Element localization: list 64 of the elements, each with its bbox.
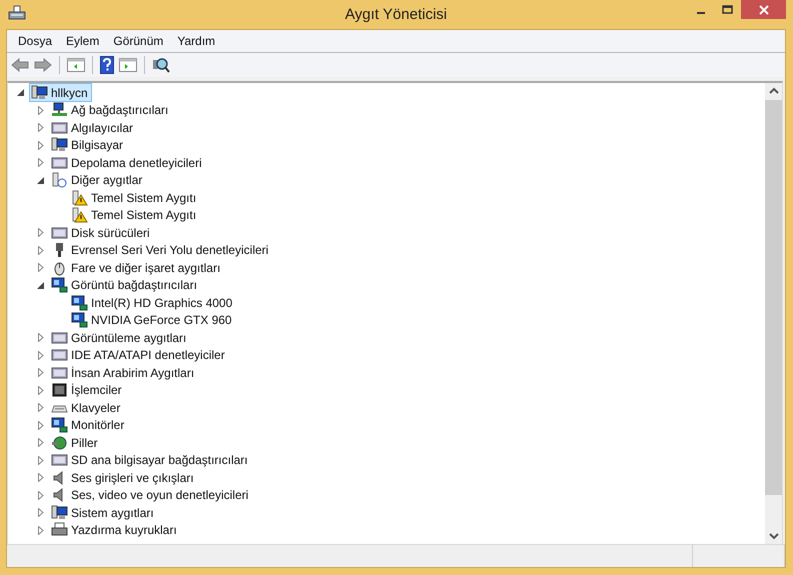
- expand-triangle-icon[interactable]: [37, 403, 45, 412]
- tree-item[interactable]: Fare ve diğer işaret aygıtları: [71, 260, 220, 275]
- menu-item[interactable]: Görünüm: [106, 34, 170, 48]
- tree-item[interactable]: Temel Sistem Aygıtı: [91, 208, 196, 222]
- collapse-triangle-icon[interactable]: [37, 176, 45, 185]
- expand-triangle-icon[interactable]: [37, 106, 45, 115]
- tree-item[interactable]: Klavyeler: [71, 400, 120, 415]
- expand-triangle-icon[interactable]: [37, 490, 45, 500]
- collapse-triangle-icon[interactable]: [17, 88, 25, 98]
- panel-icon[interactable]: [67, 57, 85, 73]
- expand-triangle-icon[interactable]: [37, 526, 45, 535]
- tree-item[interactable]: Depolama denetleyicileri: [71, 156, 202, 170]
- forward-arrow-icon[interactable]: [34, 58, 52, 72]
- expand-triangle-icon[interactable]: [37, 140, 45, 150]
- tree-item[interactable]: Bilgisayar: [71, 138, 124, 152]
- expand-triangle-icon[interactable]: [37, 456, 45, 465]
- expand-triangle-icon[interactable]: [37, 473, 45, 482]
- menu-item[interactable]: Eylem: [59, 34, 106, 48]
- tree-item[interactable]: Ağ bağdaştırıcıları: [71, 103, 168, 118]
- expand-triangle-icon[interactable]: [37, 263, 45, 272]
- minimize-icon: [696, 12, 704, 14]
- tree-item[interactable]: Algılayıcılar: [71, 120, 134, 135]
- collapse-triangle-icon[interactable]: [37, 280, 45, 290]
- tree-item[interactable]: Diğer aygıtlar: [71, 173, 142, 188]
- tree-item[interactable]: İşlemciler: [71, 383, 122, 398]
- tree-item[interactable]: Görüntü bağdaştırıcıları: [71, 278, 198, 292]
- expand-triangle-icon[interactable]: [37, 333, 45, 342]
- close-icon: [758, 4, 768, 14]
- tree-item[interactable]: Evrensel Seri Veri Yolu denetleyicileri: [71, 243, 268, 258]
- expand-triangle-icon[interactable]: [37, 508, 45, 518]
- computer-icon: [8, 5, 26, 21]
- tree-item[interactable]: Görüntüleme aygıtları: [71, 330, 186, 345]
- expand-triangle-icon[interactable]: [37, 368, 45, 378]
- tree-item[interactable]: Intel(R) HD Graphics 4000: [91, 296, 232, 310]
- expand-triangle-icon[interactable]: [37, 438, 45, 448]
- tree-item[interactable]: Piller: [71, 436, 98, 450]
- maximize-icon: [722, 4, 733, 14]
- tree-item[interactable]: Sistem aygıtları: [71, 506, 154, 520]
- back-arrow-icon[interactable]: [11, 58, 29, 72]
- magnifier-icon[interactable]: [152, 57, 170, 73]
- expand-triangle-icon[interactable]: [37, 158, 45, 168]
- tree-item[interactable]: Disk sürücüleri: [71, 226, 150, 240]
- tree-item[interactable]: İnsan Arabirim Aygıtları: [71, 366, 194, 380]
- menu-item[interactable]: Yardım: [170, 34, 222, 48]
- panel-icon[interactable]: [119, 57, 137, 73]
- window-title: Aygıt Yöneticisi: [345, 6, 447, 23]
- close-button[interactable]: [741, 0, 786, 19]
- tree-item[interactable]: Ses girişleri ve çıkışları: [71, 470, 194, 485]
- tree-item[interactable]: Ses, video ve oyun denetleyicileri: [71, 488, 248, 502]
- tree-item[interactable]: Monitörler: [71, 418, 124, 432]
- expand-triangle-icon[interactable]: [37, 123, 45, 132]
- expand-triangle-icon[interactable]: [37, 246, 45, 255]
- tree-item[interactable]: NVIDIA GeForce GTX 960: [91, 313, 232, 328]
- expand-triangle-icon[interactable]: [37, 420, 45, 430]
- menu-item[interactable]: Dosya: [11, 34, 60, 48]
- expand-triangle-icon[interactable]: [37, 350, 45, 360]
- expand-triangle-icon[interactable]: [37, 228, 45, 238]
- tree-item[interactable]: SD ana bilgisayar bağdaştırıcıları: [71, 453, 248, 468]
- computer-icon: [31, 84, 48, 101]
- tree-item[interactable]: Temel Sistem Aygıtı: [91, 190, 196, 205]
- tree-item[interactable]: IDE ATA/ATAPI denetleyiciler: [71, 348, 225, 362]
- expand-triangle-icon[interactable]: [37, 386, 45, 395]
- tree-item[interactable]: Yazdırma kuyrukları: [71, 523, 177, 538]
- help-icon[interactable]: [100, 56, 114, 74]
